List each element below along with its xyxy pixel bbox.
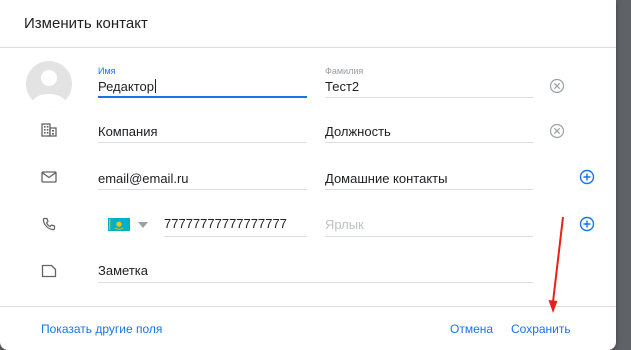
annotation-arrow [548, 216, 564, 313]
edit-contact-dialog: Изменить контакт Имя Редактор Фамилия Те… [0, 0, 616, 350]
